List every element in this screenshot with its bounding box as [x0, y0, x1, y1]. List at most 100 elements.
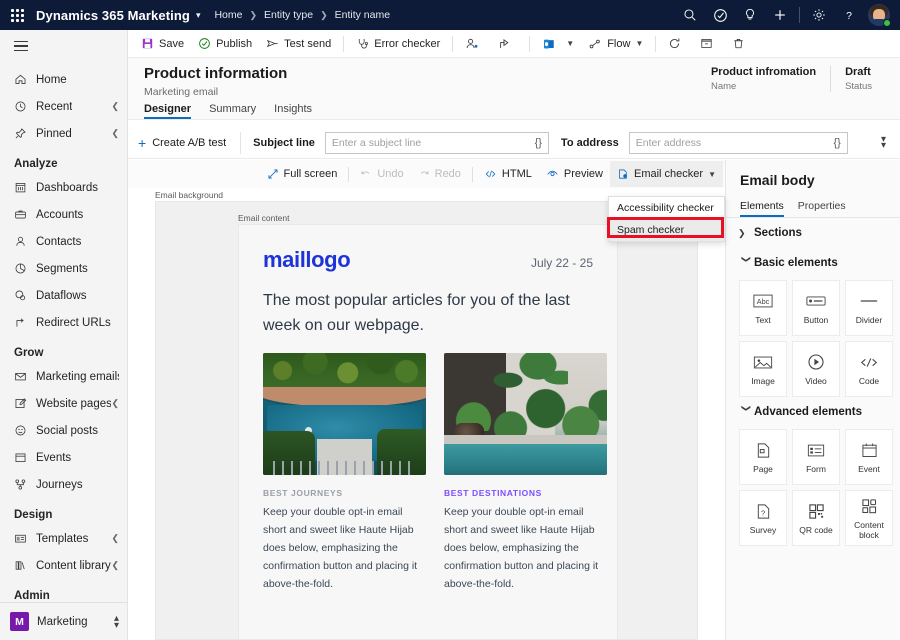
app-switcher[interactable]: M Marketing ▴▾ [0, 602, 127, 640]
archive-button[interactable] [693, 31, 725, 57]
sidebar-item-marketing-emails[interactable]: Marketing emails [0, 363, 127, 390]
tab-summary[interactable]: Summary [209, 103, 256, 119]
personalization-icon[interactable]: {} [535, 137, 542, 149]
chevron-right-icon[interactable]: ❮ [111, 398, 119, 409]
chevron-right-icon[interactable]: ❮ [111, 101, 119, 112]
email-body-text[interactable]: Keep your double opt-in email short and … [263, 503, 426, 593]
breadcrumb-item-home[interactable]: Home [214, 9, 242, 21]
chevron-down-icon[interactable]: ▼ [708, 170, 716, 179]
brand-title[interactable]: Dynamics 365 Marketing [36, 8, 190, 23]
chevron-down-icon[interactable]: ▼ [566, 39, 574, 48]
element-tile-survey[interactable]: ? Survey [739, 490, 787, 546]
plus-icon[interactable] [765, 0, 795, 30]
target-icon[interactable] [705, 0, 735, 30]
expand-row-button[interactable]: ▾▾ [873, 137, 894, 149]
chevron-down-icon[interactable]: ▾ [196, 10, 201, 21]
sidebar-item-dashboards[interactable]: Dashboards [0, 174, 127, 201]
to-address-input[interactable] [636, 137, 828, 149]
element-tile-video[interactable]: Video [792, 341, 840, 397]
element-tile-divider[interactable]: Divider [845, 280, 893, 336]
create-ab-test-button[interactable]: + Create A/B test [138, 136, 240, 150]
share-button[interactable] [491, 31, 524, 57]
element-tile-qr-code[interactable]: QR code [792, 490, 840, 546]
flow-button[interactable]: Flow ▼ [581, 31, 650, 57]
element-tile-code[interactable]: Code [845, 341, 893, 397]
email-body-text[interactable]: Keep your double opt-in email short and … [444, 503, 607, 593]
section-advanced-elements[interactable]: ❯ Advanced elements [726, 397, 900, 427]
email-column[interactable]: BEST DESTINATIONS Keep your double opt-i… [444, 353, 607, 593]
email-checker-button[interactable]: Email checker ▼ [610, 161, 723, 187]
sidebar-toggle-button[interactable] [0, 30, 127, 62]
to-address-field[interactable]: {} [629, 132, 848, 154]
undo-button[interactable]: Undo [353, 161, 410, 187]
assign-user-button[interactable] [458, 31, 491, 57]
personalization-icon[interactable]: {} [833, 137, 840, 149]
publish-button[interactable]: Publish [191, 31, 259, 57]
tab-designer[interactable]: Designer [144, 103, 191, 119]
outlook-button[interactable]: ▼ [535, 31, 581, 57]
menu-item-spam-checker[interactable]: Spam checker [609, 219, 724, 241]
search-icon[interactable] [675, 0, 705, 30]
email-kicker[interactable]: BEST JOURNEYS [263, 488, 426, 498]
section-basic-elements[interactable]: ❯ Basic elements [726, 248, 900, 278]
sidebar-item-social-posts[interactable]: Social posts [0, 417, 127, 444]
element-tile-button[interactable]: Button [792, 280, 840, 336]
chevron-right-icon[interactable]: ❮ [111, 128, 119, 139]
tab-properties[interactable]: Properties [798, 200, 846, 217]
sidebar-item-segments[interactable]: Segments [0, 255, 127, 282]
sidebar-item-journeys[interactable]: Journeys [0, 471, 127, 498]
redo-button[interactable]: Redo [411, 161, 468, 187]
email-date[interactable]: July 22 - 25 [531, 256, 593, 270]
sidebar-item-dataflows[interactable]: Dataflows [0, 282, 127, 309]
element-tile-page[interactable]: Page [739, 429, 787, 485]
email-kicker[interactable]: BEST DESTINATIONS [444, 488, 607, 498]
tropical-garden-photo[interactable] [444, 353, 607, 475]
full-screen-button[interactable]: Full screen [260, 161, 345, 187]
subject-line-field[interactable]: {} [325, 132, 549, 154]
breadcrumb-item-entity-type[interactable]: Entity type [264, 9, 313, 21]
error-checker-button[interactable]: Error checker [349, 31, 447, 57]
email-content[interactable]: maillogo July 22 - 25 The most popular a… [238, 224, 618, 640]
email-column[interactable]: BEST JOURNEYS Keep your double opt-in em… [263, 353, 426, 593]
breadcrumb-item-entity-name[interactable]: Entity name [335, 9, 390, 21]
gear-icon[interactable] [804, 0, 834, 30]
tab-elements[interactable]: Elements [740, 200, 784, 217]
preview-button[interactable]: Preview [539, 161, 610, 187]
chevron-right-icon[interactable]: ❮ [111, 533, 119, 544]
html-button[interactable]: HTML [477, 161, 539, 187]
section-sections[interactable]: ❯ Sections [726, 218, 900, 248]
chevron-right-icon[interactable]: ❮ [111, 560, 119, 571]
chevron-down-icon[interactable]: ▼ [635, 39, 643, 48]
help-icon[interactable]: ? [834, 0, 864, 30]
test-send-button[interactable]: Test send [259, 31, 338, 57]
sidebar-item-contacts[interactable]: Contacts [0, 228, 127, 255]
menu-item-accessibility-checker[interactable]: Accessibility checker [609, 197, 724, 219]
element-tile-form[interactable]: Form [792, 429, 840, 485]
element-tile-content-block[interactable]: Content block [845, 490, 893, 546]
code-icon [484, 168, 497, 180]
sidebar-item-events[interactable]: Events [0, 444, 127, 471]
subject-input[interactable] [332, 137, 529, 149]
delete-button[interactable] [725, 31, 757, 57]
email-headline[interactable]: The most popular articles for you of the… [239, 273, 617, 339]
app-launcher-button[interactable] [0, 9, 34, 22]
tab-insights[interactable]: Insights [274, 103, 312, 119]
avatar[interactable] [864, 0, 894, 30]
save-button[interactable]: Save [134, 31, 191, 57]
sidebar-item-redirect-urls[interactable]: Redirect URLs [0, 309, 127, 336]
sidebar-item-content-library[interactable]: Content library ❮ [0, 552, 127, 579]
email-logo[interactable]: maillogo [263, 247, 350, 273]
lightbulb-icon[interactable] [735, 0, 765, 30]
aerial-pool-photo[interactable] [263, 353, 426, 475]
element-tile-event[interactable]: Event [845, 429, 893, 485]
sidebar-item-recent[interactable]: Recent ❮ [0, 93, 127, 120]
element-tile-image[interactable]: Image [739, 341, 787, 397]
sidebar-item-pinned[interactable]: Pinned ❮ [0, 120, 127, 147]
sidebar-item-website-pages[interactable]: Website pages ❮ [0, 390, 127, 417]
refresh-button[interactable] [661, 31, 693, 57]
sidebar-item-templates[interactable]: Templates ❮ [0, 525, 127, 552]
sidebar-item-home[interactable]: Home [0, 66, 127, 93]
sidebar-item-accounts[interactable]: Accounts [0, 201, 127, 228]
chevron-up-down-icon[interactable]: ▴▾ [114, 615, 119, 629]
element-tile-text[interactable]: Abc Text [739, 280, 787, 336]
